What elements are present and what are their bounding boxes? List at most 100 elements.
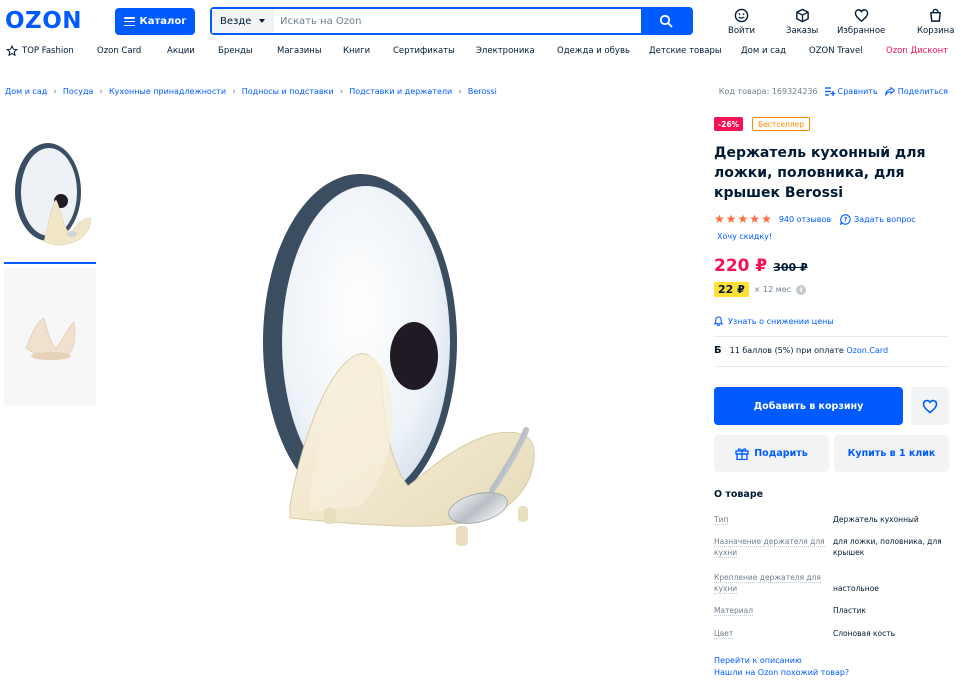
breadcrumb-item[interactable]: Посуда — [63, 87, 93, 96]
header-login-label: Войти — [728, 26, 756, 36]
catalog-button[interactable]: Каталог — [115, 8, 195, 35]
spec-value: Пластик — [833, 606, 866, 615]
current-price: 220 ₽ — [714, 256, 768, 276]
gift-label: Подарить — [754, 448, 808, 459]
installment-term: × 12 мес — [753, 285, 792, 294]
ozon-card-link[interactable]: Ozon.Card — [846, 346, 888, 355]
nav-item-certificates[interactable]: Сертификаты — [393, 46, 455, 56]
divider — [714, 366, 949, 367]
header: OZON Каталог Везде Войти Заказы Избранно… — [0, 0, 961, 40]
spec-row: Тип Держатель кухонный — [714, 514, 949, 526]
header-favorites-label: Избранное — [837, 26, 886, 36]
heart-icon — [854, 9, 868, 23]
nav-item-ozon-travel[interactable]: OZON Travel — [809, 46, 863, 56]
info-icon[interactable]: i — [796, 284, 807, 295]
header-cart[interactable]: Корзина — [917, 8, 954, 36]
nav-item-ozon-card[interactable]: Ozon Card — [97, 46, 141, 56]
spec-row: Цвет Слоновая кость — [714, 628, 949, 640]
bonus-row: Б 11 баллов (5%) при оплате Ozon.Card — [714, 345, 888, 356]
chevron-right-icon: › — [232, 87, 236, 97]
reviews-link[interactable]: 940 отзывов — [779, 215, 831, 224]
box-icon — [795, 8, 809, 23]
breadcrumb-item[interactable]: Кухонные принадлежности — [109, 87, 226, 96]
spec-value: для ложки, половника, для крышек — [833, 537, 942, 557]
star-icon: ★ — [725, 212, 737, 226]
gift-icon — [735, 448, 749, 460]
nav-item-kids[interactable]: Детские товары — [649, 46, 722, 56]
add-to-cart-button[interactable]: Добавить в корзину — [714, 387, 903, 425]
spec-row: Назначение держателя для кухни для ложки… — [714, 536, 949, 560]
star-icon: ★ — [714, 212, 725, 226]
share-label: Поделиться — [897, 87, 948, 96]
spec-value: настольное — [833, 584, 879, 593]
spec-key: Материал — [714, 606, 754, 616]
nav-item-promotions[interactable]: Акции — [167, 46, 195, 56]
ask-question-link[interactable]: ? Задать вопрос — [840, 213, 916, 225]
nav-item-top-fashion[interactable]: TOP Fashion — [22, 46, 74, 56]
breadcrumb-item[interactable]: Дом и сад — [5, 87, 47, 96]
header-orders[interactable]: Заказы — [786, 8, 818, 36]
ozon-logo[interactable]: OZON — [5, 8, 82, 34]
nav-item-clothes[interactable]: Одежда и обувь — [557, 46, 630, 56]
search-scope-select[interactable]: Везде — [212, 9, 274, 33]
product-main-image[interactable] — [230, 126, 570, 586]
star-outline-icon — [6, 45, 18, 57]
star-icon: ★ — [761, 212, 772, 226]
thumbnail-active-indicator — [4, 262, 96, 264]
product-thumbnail-image — [4, 268, 96, 406]
search-input[interactable] — [274, 9, 641, 33]
chevron-right-icon: › — [53, 87, 57, 97]
header-cart-label: Корзина — [917, 26, 955, 36]
nav-item-electronics[interactable]: Электроника — [476, 46, 535, 56]
spec-key: Тип — [714, 515, 729, 525]
share-icon — [884, 87, 895, 96]
product-meta: Код товара: 169324236 Сравнить Поделитьс… — [719, 87, 948, 96]
header-login[interactable]: Войти — [728, 8, 755, 36]
add-to-favorites-button[interactable] — [911, 387, 949, 425]
gift-button[interactable]: Подарить — [714, 435, 829, 472]
compare-link[interactable]: Сравнить — [824, 87, 878, 96]
product-title: Держатель кухонный для ложки, половника,… — [714, 145, 926, 201]
chevron-down-icon — [259, 19, 266, 23]
gallery-thumbnail-1[interactable] — [4, 126, 96, 260]
installment-amount[interactable]: 22 ₽ — [714, 282, 749, 297]
bell-icon — [714, 316, 723, 326]
catalog-label: Каталог — [139, 16, 187, 27]
search-button[interactable] — [641, 9, 691, 33]
chevron-right-icon: › — [99, 87, 103, 97]
share-link[interactable]: Поделиться — [884, 87, 948, 96]
spec-key: Крепление держателя для кухни — [714, 573, 821, 594]
want-discount-link[interactable]: Хочу скидку! — [717, 232, 772, 241]
price-drop-notify-link[interactable]: Узнать о снижении цены — [714, 316, 834, 326]
installment-row: 22 ₽ × 12 мес i — [714, 282, 807, 297]
category-nav: TOP Fashion Ozon Card Акции Бренды Магаз… — [0, 42, 961, 62]
breadcrumb-item[interactable]: Berossi — [468, 87, 497, 96]
gallery-thumbnail-2[interactable] — [4, 268, 96, 406]
search-scope-label: Везде — [220, 15, 252, 27]
nav-item-brands[interactable]: Бренды — [218, 46, 253, 56]
star-icon: ★ — [749, 212, 761, 226]
buy-one-click-button[interactable]: Купить в 1 клик — [834, 435, 949, 472]
menu-icon — [123, 17, 135, 26]
go-to-description-link[interactable]: Перейти к описанию — [714, 656, 802, 665]
breadcrumb-item[interactable]: Подставки и держатели — [349, 87, 452, 96]
heart-icon — [922, 399, 938, 414]
bonus-text: 11 баллов (5%) при оплате — [729, 346, 844, 355]
chat-question-icon: ? — [840, 213, 851, 225]
nav-item-stores[interactable]: Магазины — [277, 46, 322, 56]
nav-item-home-garden[interactable]: Дом и сад — [741, 46, 786, 56]
header-orders-label: Заказы — [786, 26, 819, 36]
compare-icon — [824, 87, 835, 96]
found-cheaper-link[interactable]: Нашли на Ozon похожий товар? — [714, 668, 849, 677]
header-favorites[interactable]: Избранное — [837, 8, 885, 36]
star-icon: ★ — [737, 212, 749, 226]
nav-item-books[interactable]: Книги — [343, 46, 370, 56]
nav-item-ozon-discount[interactable]: Ozon Дисконт — [886, 46, 948, 56]
divider — [714, 336, 949, 337]
spec-row: Материал Пластик — [714, 605, 949, 617]
price-drop-notify-label: Узнать о снижении цены — [728, 316, 834, 326]
breadcrumb-item[interactable]: Подносы и подставки — [242, 87, 334, 96]
discount-badge: -26% — [714, 117, 744, 131]
svg-text:?: ? — [844, 216, 848, 223]
chevron-right-icon: › — [339, 87, 344, 97]
